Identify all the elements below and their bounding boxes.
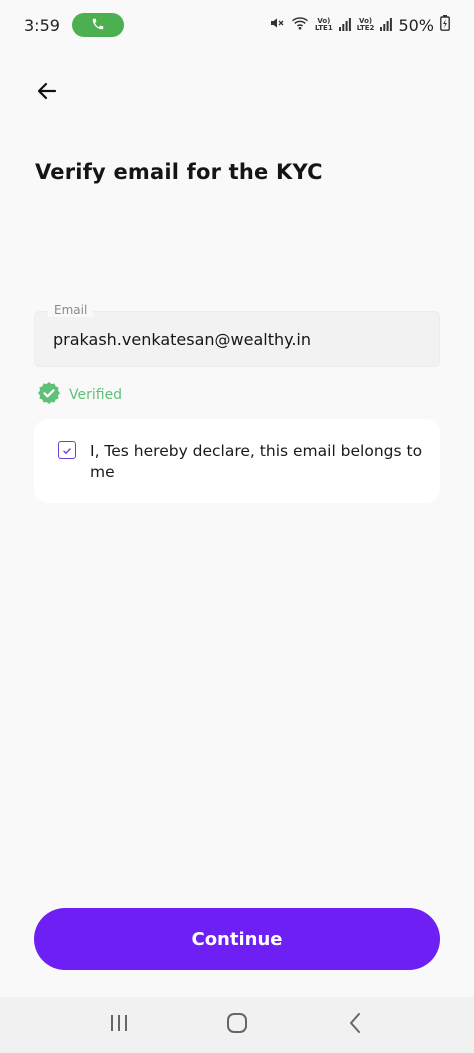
status-icons: Vo) LTE1 Vo) LTE2 50% [269, 15, 450, 35]
recents-button[interactable] [99, 1005, 139, 1045]
network-2-bottom: LTE2 [356, 24, 375, 32]
email-value[interactable]: prakash.venkatesan@wealthy.in [53, 330, 311, 349]
status-bar: 3:59 Vo) LTE1 Vo) LTE2 50% [0, 0, 474, 50]
network-1-bottom: LTE1 [314, 24, 333, 32]
nav-back-button[interactable] [335, 1005, 375, 1045]
signal-icon [380, 16, 393, 35]
page-title: Verify email for the KYC [35, 160, 323, 184]
wifi-icon [291, 15, 309, 35]
check-icon [62, 441, 72, 460]
email-field[interactable]: Email prakash.venkatesan@wealthy.in [34, 303, 440, 367]
verified-label: Verified [69, 387, 123, 403]
verified-status: Verified [37, 381, 122, 409]
system-navigation-bar [0, 997, 474, 1053]
email-field-label: Email [48, 303, 94, 317]
verified-badge-icon [37, 381, 61, 409]
signal-icon [338, 16, 351, 35]
home-icon [226, 1012, 248, 1038]
ongoing-call-indicator[interactable] [71, 13, 124, 37]
network-1-label: Vo) LTE1 [315, 18, 333, 32]
back-button[interactable] [32, 78, 62, 108]
declaration-card: I, Tes hereby declare, this email belong… [34, 419, 440, 503]
declaration-checkbox[interactable] [58, 441, 76, 459]
nav-back-icon [348, 1012, 362, 1038]
battery-icon [440, 15, 450, 35]
network-2-label: Vo) LTE2 [357, 18, 375, 32]
recents-icon [109, 1014, 129, 1036]
continue-button[interactable]: Continue [34, 908, 440, 970]
declaration-text: I, Tes hereby declare, this email belong… [90, 442, 423, 481]
battery-percentage: 50% [398, 15, 434, 35]
phone-icon [91, 16, 105, 35]
mute-icon [269, 15, 285, 35]
back-arrow-icon [35, 79, 59, 107]
status-time: 3:59 [24, 15, 60, 35]
home-button[interactable] [217, 1005, 257, 1045]
